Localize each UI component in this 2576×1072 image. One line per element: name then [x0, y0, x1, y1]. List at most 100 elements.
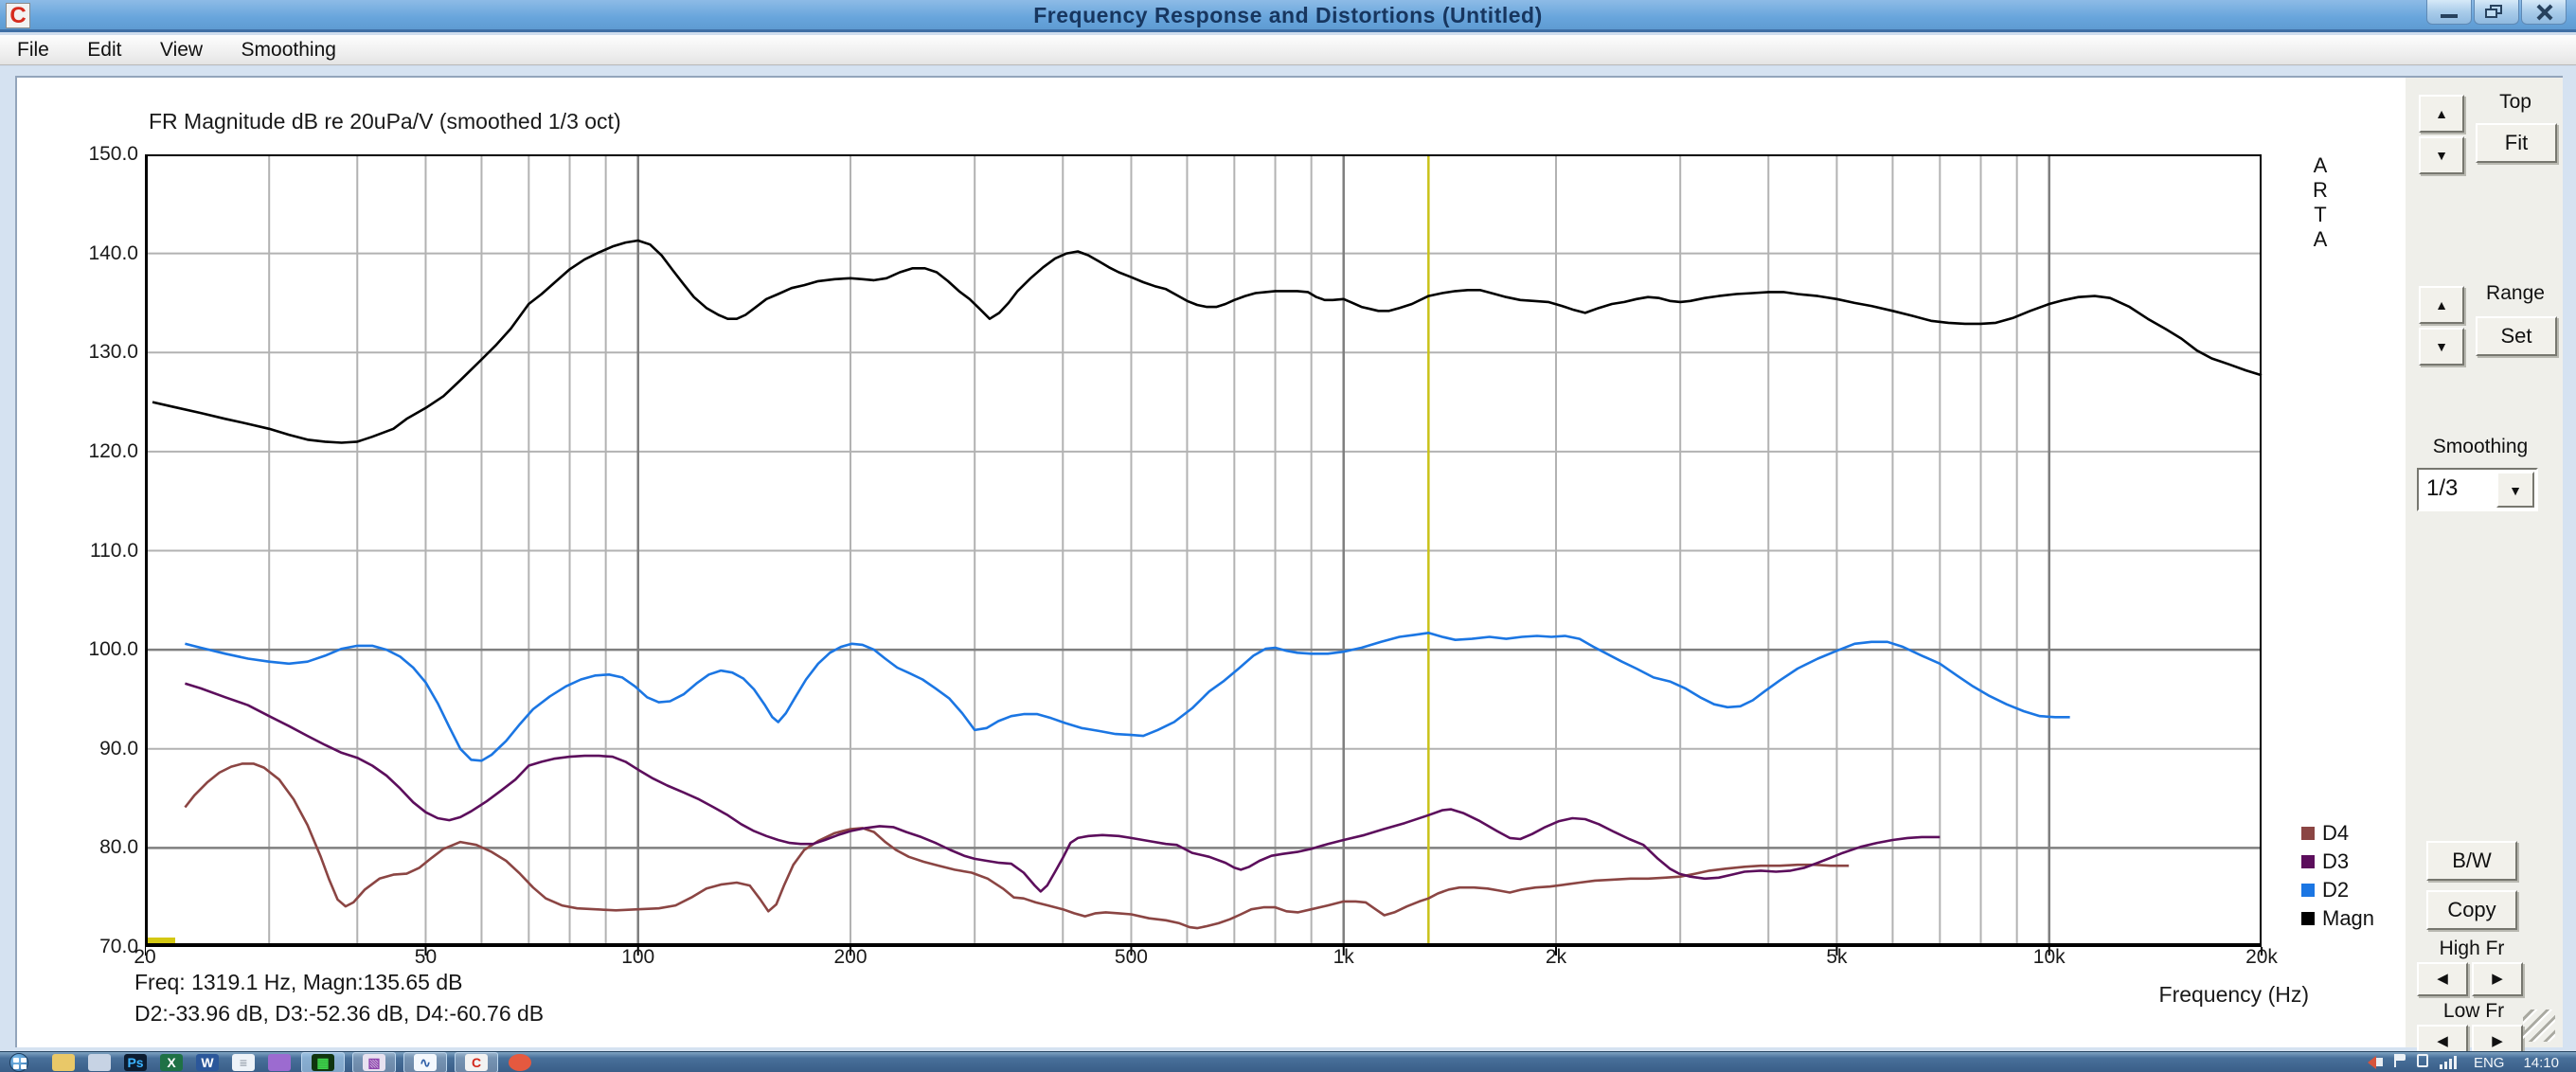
y-tick-label: 80.0: [99, 836, 138, 859]
minimize-button[interactable]: [2426, 0, 2472, 25]
plot-area[interactable]: [144, 154, 2281, 969]
frequency-response-plot[interactable]: [144, 154, 2281, 969]
arta-steps-icon[interactable]: ▦: [312, 1054, 334, 1071]
y-tick-label: 140.0: [88, 241, 138, 264]
range-down-button[interactable]: ▼: [2419, 328, 2464, 366]
title-bar[interactable]: C Frequency Response and Distortions (Un…: [0, 0, 2576, 32]
restore-icon: [2485, 9, 2497, 18]
cursor-readout-line2: D2:-33.96 dB, D3:-52.36 dB, D4:-60.76 dB: [134, 1001, 545, 1026]
browser-icon[interactable]: [509, 1054, 531, 1071]
series-d4: [184, 762, 1850, 930]
arta-limp-icon-frame[interactable]: ▧: [352, 1052, 396, 1072]
arta-watermark: ARTA: [2313, 153, 2328, 251]
top-label: Top: [2499, 91, 2531, 113]
y-tick-label: 120.0: [88, 439, 138, 462]
legend-row: D4: [2301, 819, 2374, 848]
legend-row: D3: [2301, 848, 2374, 876]
dropdown-arrow-icon[interactable]: ▼: [2496, 472, 2534, 508]
high-fr-left-button[interactable]: ◀: [2417, 962, 2468, 996]
menu-bar: File Edit View Smoothing: [0, 35, 2576, 65]
legend-row: Magn: [2301, 904, 2374, 933]
mail-butterfly-icon[interactable]: [268, 1054, 291, 1071]
menu-view[interactable]: View: [143, 35, 220, 62]
arta-imp-icon-frame[interactable]: ∿: [403, 1052, 447, 1072]
chart-panel[interactable]: FR Magnitude dB re 20uPa/V (smoothed 1/3…: [15, 76, 2406, 1047]
menu-file[interactable]: File: [0, 35, 66, 62]
folder-icon[interactable]: [52, 1054, 75, 1071]
system-tray: ENG 14:10: [2362, 1052, 2568, 1072]
disk-icon[interactable]: [88, 1054, 111, 1071]
x-axis-title: Frequency (Hz): [2158, 982, 2309, 1007]
y-tick-label: 150.0: [88, 143, 138, 165]
bw-button[interactable]: B/W: [2426, 841, 2517, 881]
set-button[interactable]: Set: [2476, 316, 2557, 356]
arta-app-icon[interactable]: C: [465, 1054, 488, 1071]
x-tick-label: 20: [134, 946, 156, 968]
series-magn: [152, 239, 2263, 444]
smoothing-dropdown[interactable]: 1/3 ▼: [2417, 468, 2538, 511]
legend-label-magn: Magn: [2322, 906, 2375, 930]
x-tick-label: 5k: [1826, 946, 1848, 968]
d2-color-swatch: [2301, 884, 2315, 897]
menu-edit[interactable]: Edit: [70, 35, 138, 62]
close-button[interactable]: [2521, 0, 2567, 25]
low-fr-label: Low Fr: [2442, 1000, 2505, 1022]
range-label: Range: [2486, 282, 2545, 304]
copy-button[interactable]: Copy: [2426, 890, 2517, 930]
work-area: FR Magnitude dB re 20uPa/V (smoothed 1/3…: [0, 66, 2576, 1059]
network-signal-icon[interactable]: [2439, 1056, 2459, 1069]
d4-color-swatch: [2301, 827, 2315, 840]
x-tick-label: 100: [621, 946, 655, 968]
language-indicator[interactable]: ENG: [2474, 1055, 2505, 1071]
range-spinner: ▲ ▼: [2419, 286, 2464, 366]
action-center-flag-icon[interactable]: [2393, 1053, 2406, 1072]
chart-title: FR Magnitude dB re 20uPa/V (smoothed 1/3…: [149, 109, 621, 134]
resize-grip[interactable]: [2523, 1009, 2555, 1042]
top-up-button[interactable]: ▲: [2419, 95, 2464, 133]
arta-limp-icon[interactable]: ▧: [363, 1054, 385, 1071]
start-button[interactable]: [9, 1053, 28, 1072]
photoshop-icon[interactable]: Ps: [124, 1054, 147, 1071]
x-tick-label: 500: [1114, 946, 1148, 968]
x-tick-label: 2k: [1545, 946, 1567, 968]
y-tick-label: 70.0: [99, 936, 138, 957]
y-tick-label: 130.0: [88, 341, 138, 364]
arta-steps-icon-frame[interactable]: ▦: [301, 1052, 345, 1072]
x-tick-label: 1k: [1333, 946, 1354, 968]
x-tick-label: 20k: [2245, 946, 2278, 968]
x-tick-label: 10k: [2032, 946, 2066, 968]
volume-icon[interactable]: [2367, 1054, 2383, 1071]
d3-color-swatch: [2301, 855, 2315, 868]
cursor-marker-dash: [147, 938, 175, 944]
high-fr-label: High Fr: [2439, 938, 2505, 959]
x-tick-label: 50: [414, 946, 438, 968]
smoothing-value: 1/3: [2426, 475, 2459, 501]
arta-window: C Frequency Response and Distortions (Un…: [0, 0, 2576, 1072]
arta-imp-icon[interactable]: ∿: [414, 1054, 437, 1071]
taskbar: Ps X W ≡ ▦ ▧ ∿ C ENG 14:10: [0, 1051, 2576, 1072]
magn-color-swatch: [2301, 912, 2315, 925]
y-tick-label: 100.0: [88, 638, 138, 661]
x-tick-label: 200: [833, 946, 868, 968]
plot-legend: D4 D3 D2 Magn: [2301, 819, 2374, 933]
excel-icon[interactable]: X: [160, 1054, 183, 1071]
minimize-icon: [2441, 14, 2458, 18]
clock[interactable]: 14:10: [2523, 1055, 2559, 1071]
usb-device-icon[interactable]: [2416, 1053, 2428, 1072]
legend-row: D2: [2301, 876, 2374, 904]
notes-icon[interactable]: ≡: [232, 1054, 255, 1071]
smoothing-label: Smoothing: [2432, 436, 2529, 457]
top-down-button[interactable]: ▼: [2419, 136, 2464, 174]
window-title: Frequency Response and Distortions (Unti…: [1033, 3, 1543, 27]
range-up-button[interactable]: ▲: [2419, 286, 2464, 324]
word-icon[interactable]: W: [196, 1054, 219, 1071]
restore-button[interactable]: [2474, 0, 2519, 25]
menu-smoothing[interactable]: Smoothing: [224, 35, 353, 62]
y-tick-label: 90.0: [99, 737, 138, 759]
y-tick-label: 110.0: [90, 539, 138, 562]
arta-app-icon-frame[interactable]: C: [455, 1052, 498, 1072]
legend-label-d3: D3: [2322, 849, 2350, 873]
high-fr-right-button[interactable]: ▶: [2472, 962, 2523, 996]
legend-label-d4: D4: [2322, 821, 2350, 845]
fit-button[interactable]: Fit: [2476, 123, 2557, 163]
